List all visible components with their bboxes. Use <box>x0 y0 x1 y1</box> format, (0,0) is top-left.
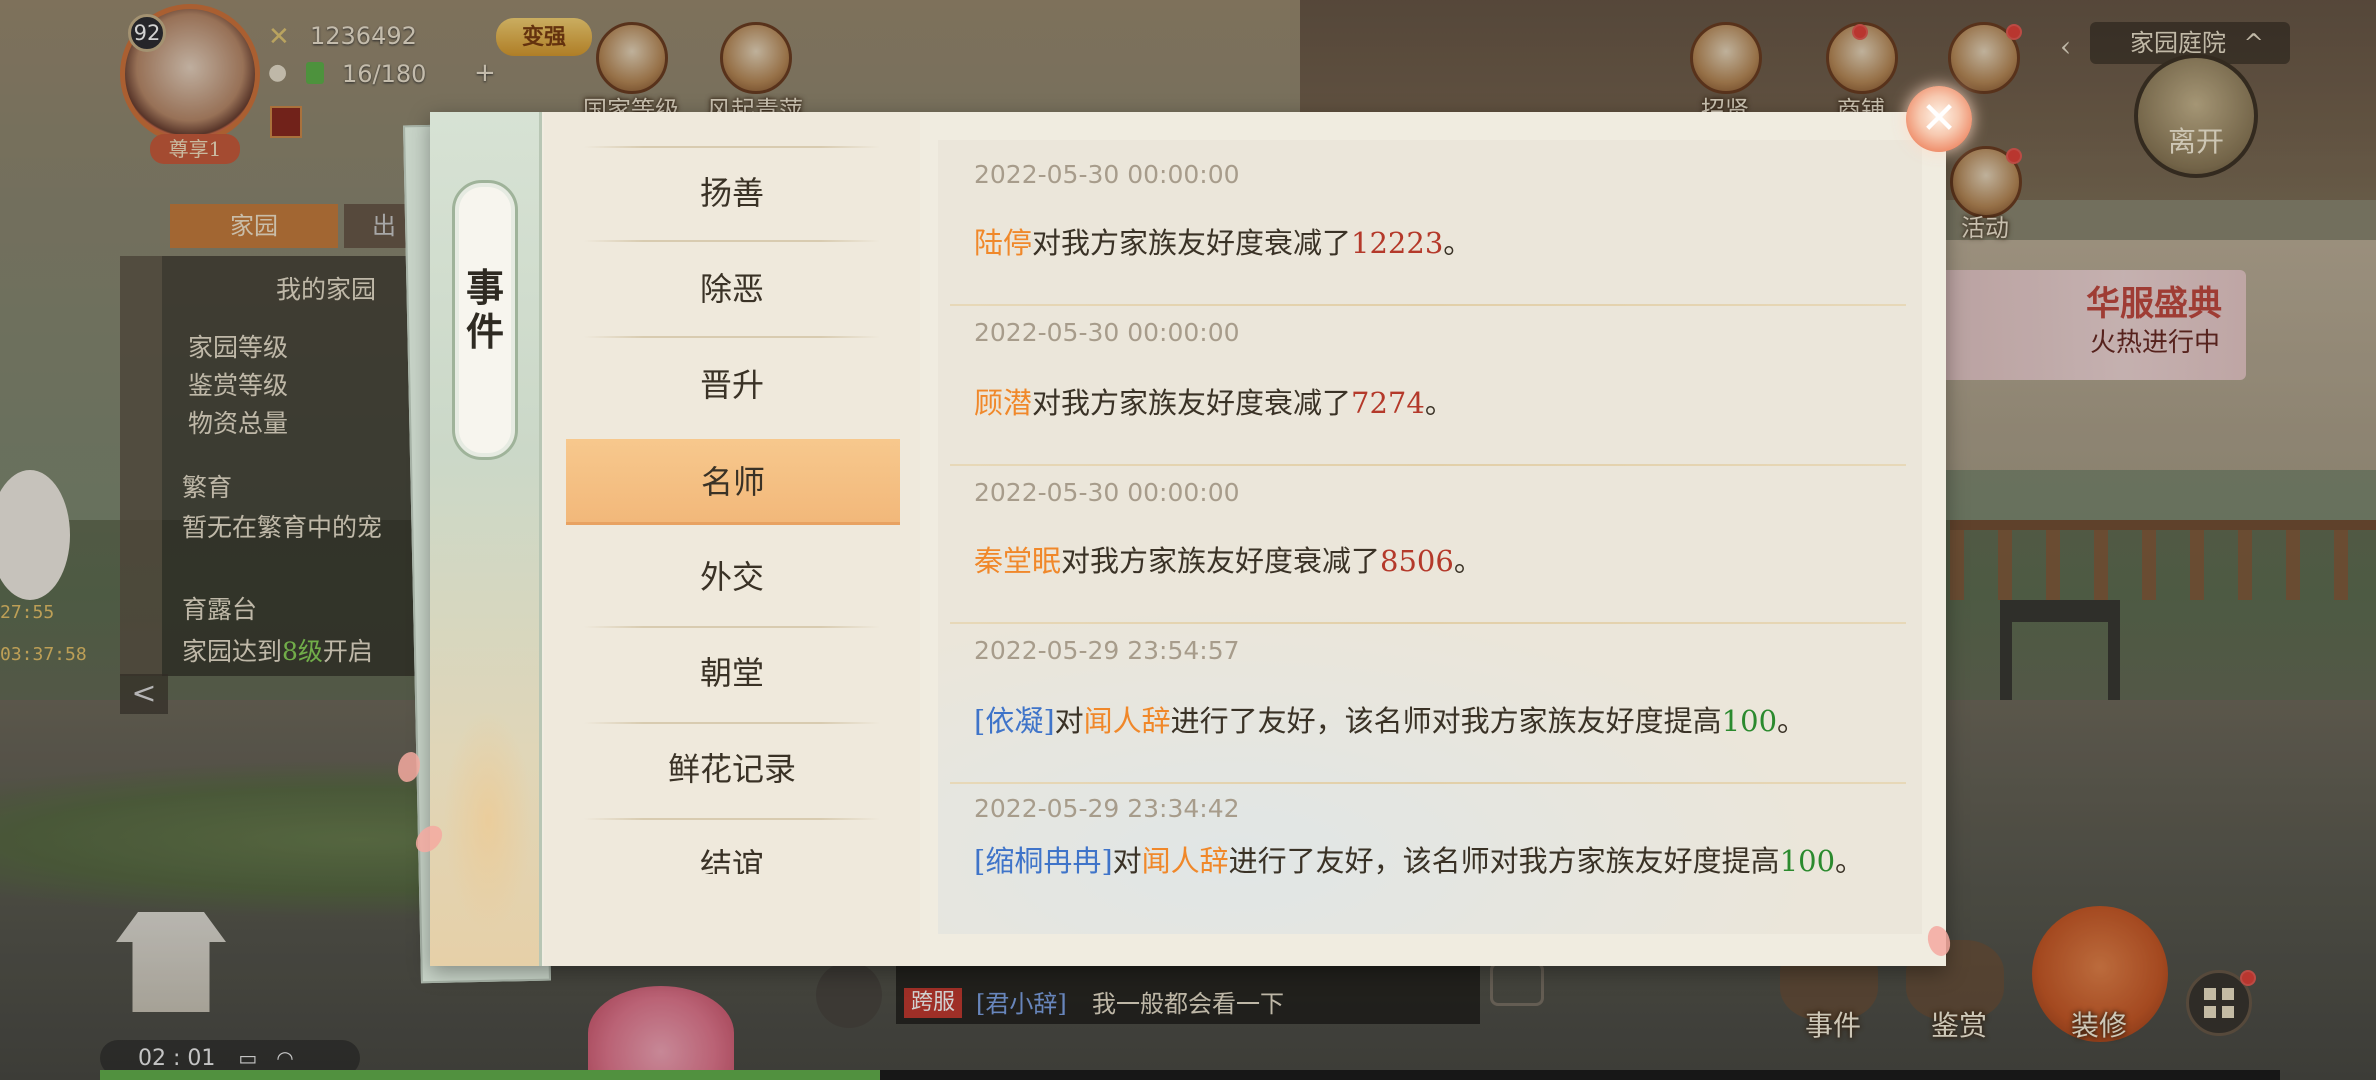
log-name[interactable]: 闻人辞 <box>1142 844 1229 878</box>
log-divider <box>950 782 1906 784</box>
category-divider <box>584 626 880 628</box>
modal-title-char: 事件 <box>465 265 504 354</box>
category-divider <box>584 240 880 242</box>
log-text: 对我方家族友好度衰减了 <box>1032 386 1352 420</box>
log-value: 8506 <box>1380 544 1454 578</box>
category-item-chaotang[interactable]: 朝堂 <box>564 630 900 716</box>
log-name[interactable]: 陆停 <box>974 226 1032 260</box>
log-message: [缩桐冉冉]对闻人辞进行了友好，该名师对我方家族友好度提高100。 <box>974 840 1894 883</box>
log-name[interactable]: 闻人辞 <box>1084 704 1171 738</box>
log-text: 对我方家族友好度衰减了 <box>1061 544 1381 578</box>
log-divider <box>950 622 1906 624</box>
log-message: 陆停对我方家族友好度衰减了12223。 <box>974 222 1894 265</box>
log-name[interactable]: 顾潜 <box>974 386 1032 420</box>
category-item-flower-record[interactable]: 鲜花记录 <box>564 726 900 812</box>
category-divider <box>584 818 880 820</box>
log-message: 顾潜对我方家族友好度衰减了7274。 <box>974 382 1894 425</box>
log-message: 秦堂眠对我方家族友好度衰减了8506。 <box>974 540 1894 583</box>
log-timestamp: 2022-05-30 00:00:00 <box>974 318 1240 347</box>
log-timestamp: 2022-05-29 23:54:57 <box>974 636 1240 665</box>
close-icon: ✕ <box>1920 93 1958 144</box>
log-value: 7274 <box>1351 386 1425 420</box>
log-mid: 对 <box>1054 704 1084 738</box>
category-item-jieyi-clip: 结谊 <box>564 822 900 874</box>
log-value: 12223 <box>1351 226 1444 260</box>
close-button[interactable]: ✕ <box>1906 86 1972 152</box>
spine-decoration <box>440 700 536 940</box>
log-actor[interactable]: [依凝] <box>974 704 1055 738</box>
log-text: 对我方家族友好度衰减了 <box>1032 226 1352 260</box>
log-value: 100 <box>1721 704 1778 738</box>
log-text: 进行了友好，该名师对我方家族友好度提高 <box>1228 844 1780 878</box>
log-mid: 对 <box>1112 844 1142 878</box>
log-message: [依凝]对闻人辞进行了友好，该名师对我方家族友好度提高100。 <box>974 700 1894 743</box>
log-end: 。 <box>1777 704 1807 738</box>
log-timestamp: 2022-05-30 00:00:00 <box>974 160 1240 189</box>
category-item-mingshi[interactable]: 名师 <box>566 439 900 525</box>
log-end: 。 <box>1443 226 1473 260</box>
category-item-chue[interactable]: 除恶 <box>564 246 900 332</box>
log-end: 。 <box>1835 844 1865 878</box>
log-timestamp: 2022-05-29 23:34:42 <box>974 794 1240 823</box>
log-end: 。 <box>1424 386 1454 420</box>
category-item-waijiao[interactable]: 外交 <box>564 534 900 620</box>
log-end: 。 <box>1453 544 1483 578</box>
log-text: 进行了友好，该名师对我方家族友好度提高 <box>1170 704 1722 738</box>
log-value: 100 <box>1779 844 1836 878</box>
modal-title: 事件 <box>452 266 518 354</box>
log-timestamp: 2022-05-30 00:00:00 <box>974 478 1240 507</box>
category-item-jinsheng[interactable]: 晋升 <box>564 342 900 428</box>
log-divider <box>950 304 1906 306</box>
log-divider <box>950 464 1906 466</box>
category-item-jieyi[interactable]: 结谊 <box>564 822 900 874</box>
category-divider <box>584 722 880 724</box>
category-item-yangshan[interactable]: 扬善 <box>564 150 900 236</box>
category-divider <box>584 146 880 148</box>
log-name[interactable]: 秦堂眠 <box>974 544 1061 578</box>
log-actor[interactable]: [缩桐冉冉] <box>974 844 1113 878</box>
category-divider <box>584 336 880 338</box>
